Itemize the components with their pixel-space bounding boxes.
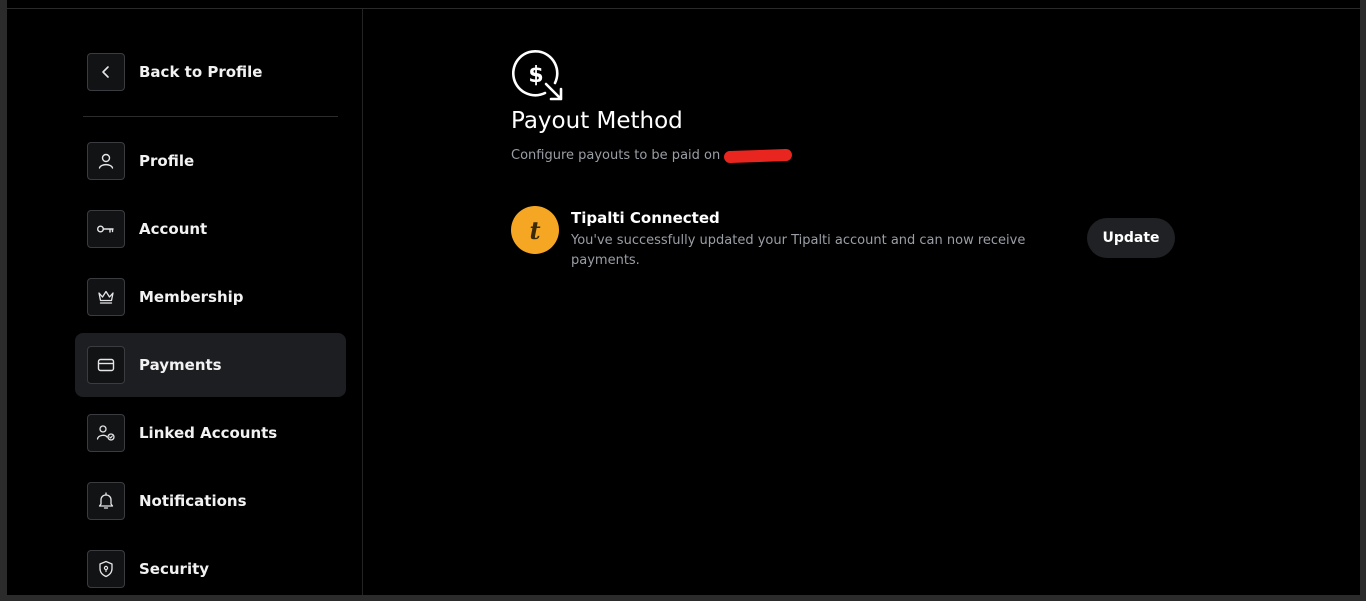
tipalti-status-title: Tipalti Connected [571, 209, 720, 227]
tipalti-status-description: You've successfully updated your Tipalti… [571, 233, 1026, 268]
sidebar-item-profile[interactable]: Profile [75, 129, 346, 193]
update-button[interactable]: Update [1087, 218, 1175, 258]
subtitle-text: Configure payouts to be paid on [511, 148, 721, 163]
back-to-profile-button[interactable]: Back to Profile [75, 40, 346, 104]
sidebar-item-label: Profile [139, 152, 195, 170]
page-subtitle: Configure payouts to be paid on [511, 148, 793, 163]
sidebar-item-label: Linked Accounts [139, 424, 278, 442]
user-icon [87, 142, 125, 180]
shield-icon [87, 550, 125, 588]
sidebar-item-payments[interactable]: Payments [75, 333, 346, 397]
sidebar-item-label: Membership [139, 288, 244, 306]
card-icon [87, 346, 125, 384]
chevron-left-icon [87, 53, 125, 91]
sidebar-item-label: Account [139, 220, 208, 238]
sidebar-item-label: Payments [139, 356, 222, 374]
sidebar-item-label: Security [139, 560, 210, 578]
sidebar-item-linked-accounts[interactable]: Linked Accounts [75, 401, 346, 465]
svg-text:$: $ [528, 63, 543, 88]
key-icon [87, 210, 125, 248]
app-window: Back to Profile Profile Account Membersh… [7, 0, 1360, 595]
sidebar-item-notifications[interactable]: Notifications [75, 469, 346, 533]
redaction-mark [724, 148, 793, 163]
tipalti-logo: t [511, 206, 559, 254]
tipalti-logo-letter: t [529, 215, 541, 245]
sidebar-item-security[interactable]: Security [75, 537, 346, 595]
sidebar-separator [83, 116, 338, 117]
sidebar-item-account[interactable]: Account [75, 197, 346, 261]
linked-accounts-icon [87, 414, 125, 452]
dollar-payout-icon: $ [511, 49, 567, 105]
page-title: Payout Method [511, 108, 683, 134]
back-to-profile-label: Back to Profile [139, 63, 263, 81]
bell-icon [87, 482, 125, 520]
sidebar-item-membership[interactable]: Membership [75, 265, 346, 329]
payout-method-panel: $ Payout Method Configure payouts to be … [363, 9, 1360, 595]
crown-icon [87, 278, 125, 316]
sidebar-item-label: Notifications [139, 492, 247, 510]
